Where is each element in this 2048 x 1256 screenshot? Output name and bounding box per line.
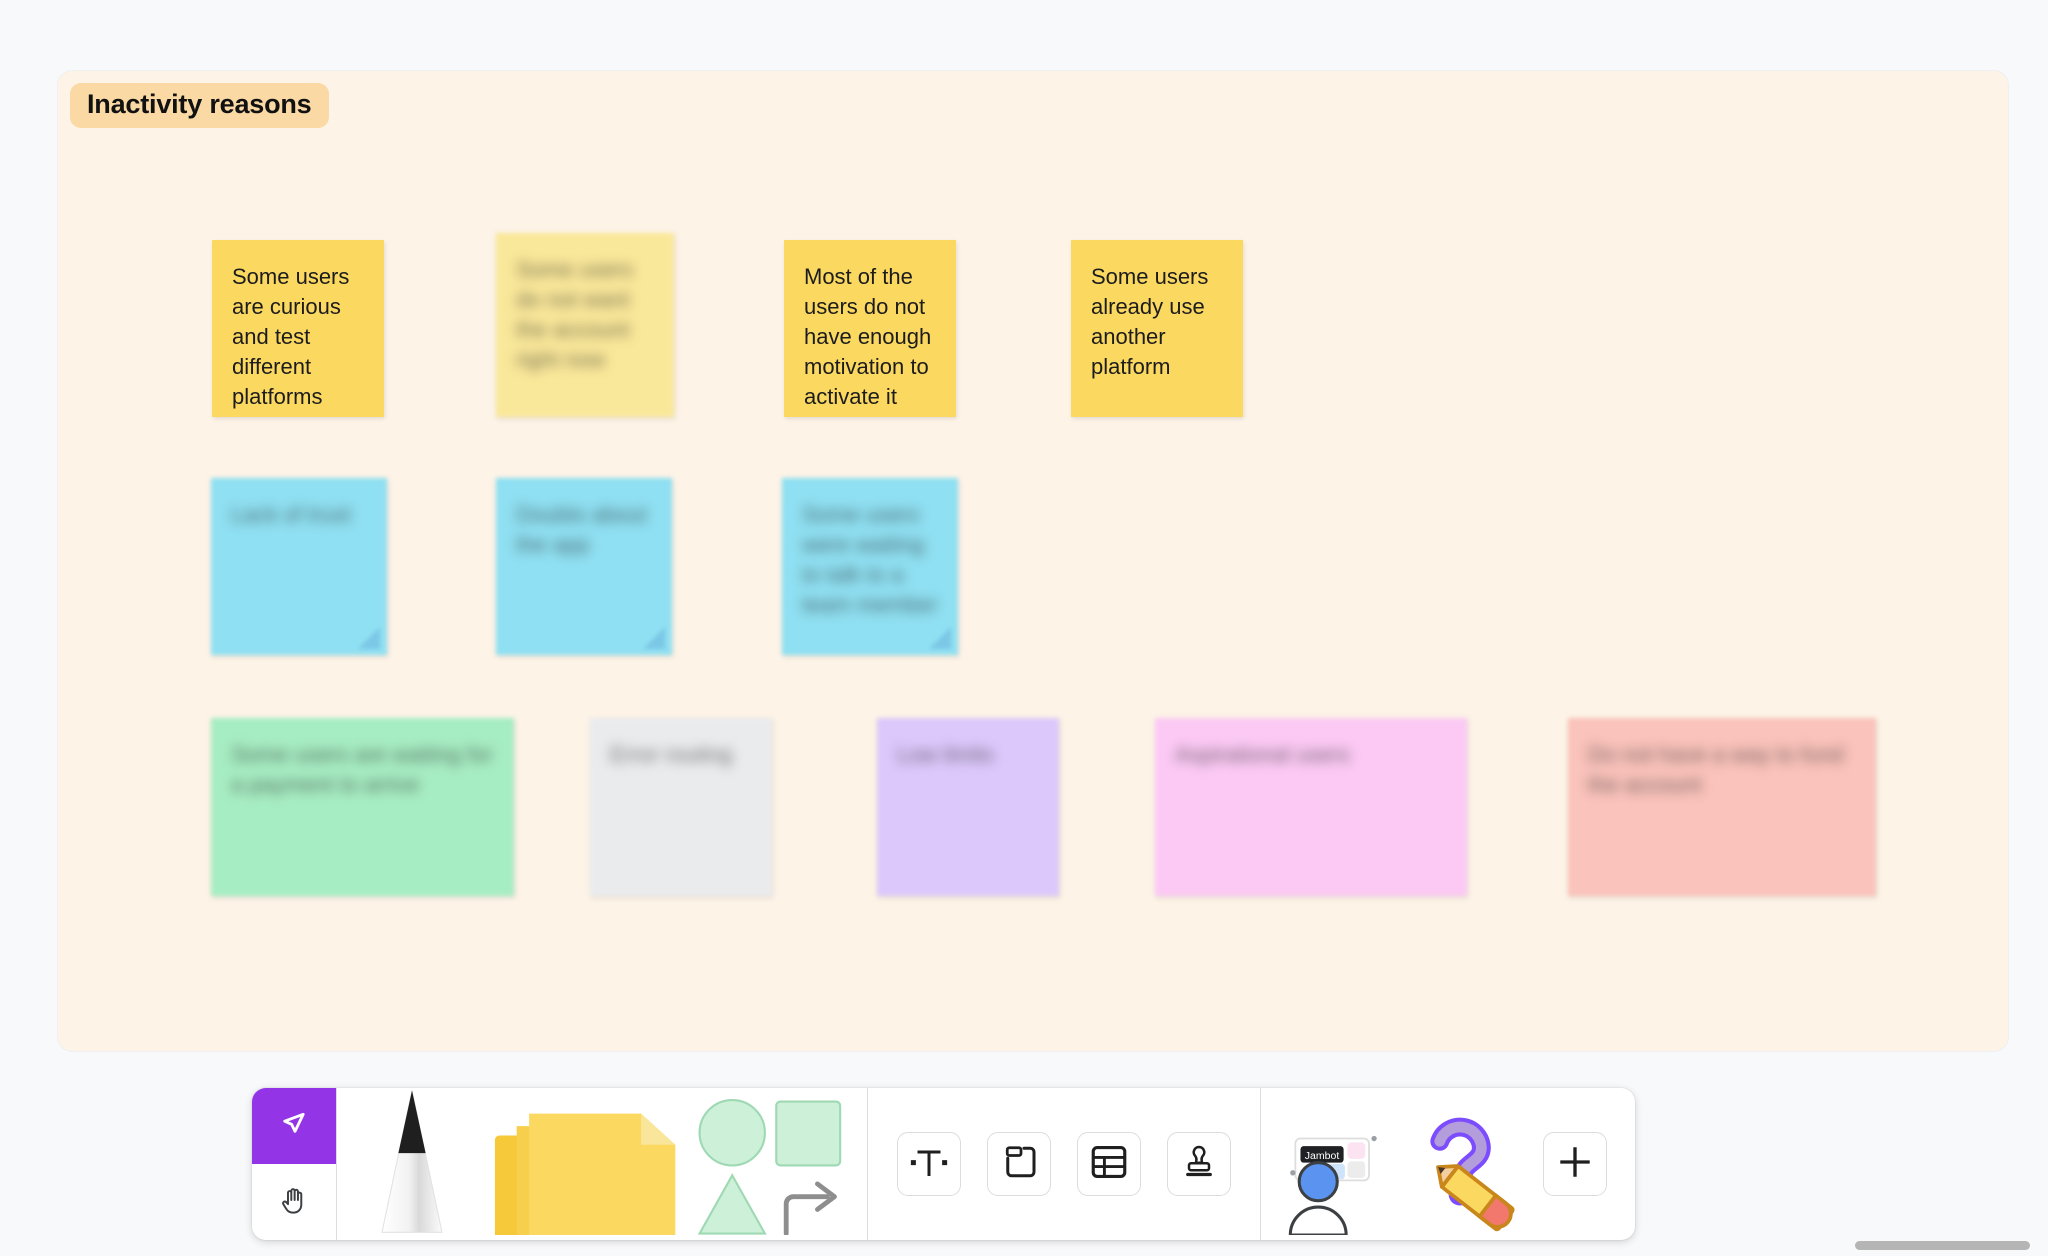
question-pencil-icon [1402, 1103, 1528, 1240]
pan-tool-button[interactable] [252, 1164, 336, 1240]
sticky-note-text: Doubts about the app [516, 502, 647, 557]
horizontal-scrollbar[interactable] [0, 1238, 2048, 1250]
stamp-icon [1179, 1142, 1219, 1187]
sticky-note[interactable]: Low limits [877, 718, 1059, 896]
sticky-note[interactable]: Aspirational users [1155, 718, 1467, 896]
jambot-icon: Jambot [1272, 1103, 1400, 1240]
sticky-note-text: Aspirational users [1175, 742, 1350, 767]
select-tool-button[interactable] [252, 1088, 336, 1164]
sticky-note-text: Some users are curious and test differen… [232, 264, 350, 409]
toolbar-group-modes [252, 1088, 336, 1240]
sticky-note-text: Low limits [897, 742, 994, 767]
whiteboard-canvas[interactable]: Inactivity reasons Some users are curiou… [0, 0, 2048, 1256]
sticky-note[interactable]: Some users do not want the account right… [496, 233, 674, 417]
pen-tool-button[interactable] [337, 1088, 487, 1240]
frame-tool-button[interactable] [987, 1132, 1051, 1196]
table-icon [1088, 1141, 1130, 1188]
svg-text:Jambot: Jambot [1305, 1150, 1340, 1162]
sticky-note[interactable]: Some users were waiting to talk to a tea… [782, 478, 958, 655]
sticky-note[interactable]: Do not have a way to fund the account [1568, 718, 1876, 896]
sticky-note-tool-button[interactable] [487, 1088, 677, 1240]
hand-icon [275, 1181, 313, 1224]
plus-icon [1556, 1143, 1594, 1186]
stamp-tool-button[interactable] [1167, 1132, 1231, 1196]
sticky-note-text: Some users already use another platform [1091, 264, 1209, 379]
cursor-arrow-icon [274, 1104, 314, 1149]
sticky-note-text: Error routing [610, 742, 733, 767]
text-icon [909, 1142, 949, 1187]
sticky-note[interactable]: Doubts about the app [496, 478, 672, 655]
sticky-note-text: Some users are waiting for a payment to … [231, 742, 493, 797]
scrollbar-thumb[interactable] [1855, 1241, 2030, 1250]
sticky-note-text: Most of the users do not have enough mot… [804, 264, 932, 409]
frame-icon [999, 1142, 1039, 1187]
sticky-note-icon [487, 1095, 677, 1240]
sticky-note[interactable]: Error routing [590, 718, 772, 896]
sticky-note[interactable]: Most of the users do not have enough mot… [784, 240, 956, 417]
toolbar-group-insert [868, 1088, 1260, 1240]
pen-icon [353, 1088, 471, 1240]
text-tool-button[interactable] [897, 1132, 961, 1196]
sticky-note-text: Some users do not want the account right… [516, 257, 634, 372]
sticky-note[interactable]: Some users already use another platform [1071, 240, 1243, 417]
sticky-note-text: Do not have a way to fund the account [1588, 742, 1844, 797]
toolbar[interactable]: Jambot [252, 1088, 1635, 1240]
sticky-note[interactable]: Some users are curious and test differen… [212, 240, 384, 417]
shapes-icon [686, 1093, 858, 1240]
sticky-note-text: Some users were waiting to talk to a tea… [802, 502, 938, 617]
add-button[interactable] [1543, 1132, 1607, 1196]
shapes-tool-button[interactable] [677, 1088, 867, 1240]
sticky-note-text: Lack of trust [231, 502, 351, 527]
jambot-button[interactable]: Jambot [1271, 1088, 1401, 1240]
note-corner-marker [643, 627, 665, 649]
note-corner-marker [929, 627, 951, 649]
frame-title[interactable]: Inactivity reasons [70, 83, 329, 128]
sticky-note[interactable]: Some users are waiting for a payment to … [211, 718, 514, 896]
toolbar-group-extras: Jambot [1261, 1088, 1635, 1240]
sticky-note[interactable]: Lack of trust [211, 478, 387, 655]
help-button[interactable] [1401, 1088, 1529, 1240]
note-corner-marker [358, 627, 380, 649]
table-tool-button[interactable] [1077, 1132, 1141, 1196]
